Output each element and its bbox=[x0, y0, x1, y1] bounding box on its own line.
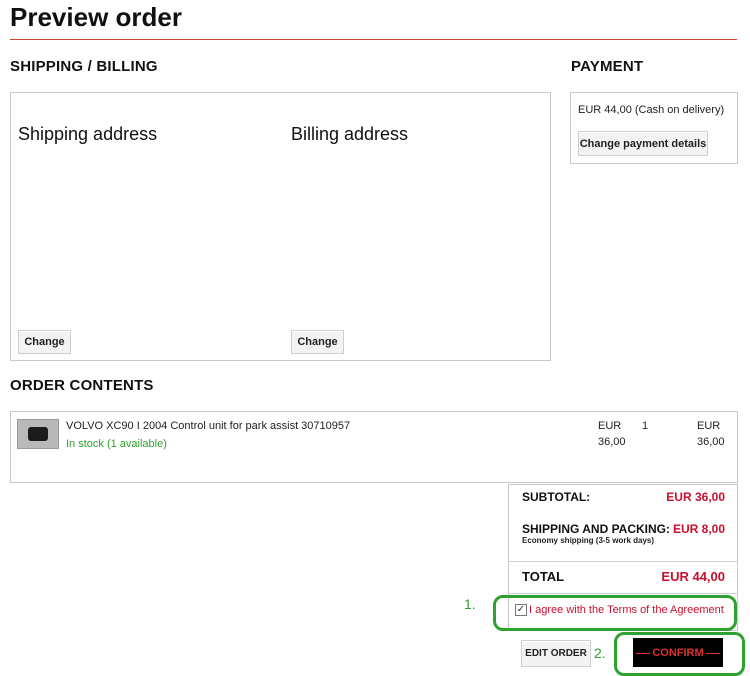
total-value: EUR 44,00 bbox=[661, 569, 725, 584]
control-unit-image bbox=[28, 427, 48, 441]
title-divider bbox=[10, 39, 737, 40]
page-title: Preview order bbox=[10, 2, 182, 32]
edit-order-button[interactable]: EDIT ORDER bbox=[521, 640, 591, 667]
subtotal-value: EUR 36,00 bbox=[666, 490, 725, 504]
shipping-value: EUR 8,00 bbox=[672, 522, 725, 536]
unit-price-amount: 36,00 bbox=[598, 436, 626, 448]
stock-status: In stock (1 available) bbox=[66, 438, 167, 450]
shipping-billing-panel: Shipping address Billing address Change … bbox=[10, 92, 551, 361]
line-total-currency: EUR bbox=[697, 420, 721, 432]
change-shipping-button[interactable]: Change bbox=[18, 330, 71, 354]
shipping-label: SHIPPING AND PACKING: bbox=[522, 522, 671, 536]
shipping-address-heading: Shipping address bbox=[18, 124, 158, 144]
order-contents-heading: ORDER CONTENTS bbox=[10, 377, 154, 394]
annotation-outline-agree bbox=[493, 595, 737, 631]
item-quantity: 1 bbox=[642, 420, 649, 432]
shipping-method-note: Economy shipping (3-5 work days) bbox=[522, 536, 655, 545]
product-name[interactable]: VOLVO XC90 I 2004 Control unit for park … bbox=[66, 420, 350, 432]
order-contents-panel: VOLVO XC90 I 2004 Control unit for park … bbox=[10, 411, 738, 483]
payment-info: EUR 44,00 (Cash on delivery) bbox=[578, 104, 725, 116]
total-label: TOTAL bbox=[522, 569, 565, 584]
summary-divider bbox=[509, 561, 737, 562]
payment-heading: PAYMENT bbox=[571, 58, 644, 75]
shipping-billing-heading: SHIPPING / BILLING bbox=[10, 58, 158, 75]
product-thumbnail[interactable] bbox=[17, 419, 59, 449]
unit-price-currency: EUR bbox=[598, 420, 622, 432]
billing-address-heading: Billing address bbox=[291, 124, 409, 144]
summary-divider-2 bbox=[509, 593, 737, 594]
annotation-step-2: 2. bbox=[594, 645, 606, 661]
line-total-amount: 36,00 bbox=[697, 436, 725, 448]
payment-panel: EUR 44,00 (Cash on delivery) Change paym… bbox=[570, 92, 738, 164]
annotation-outline-confirm bbox=[614, 632, 745, 676]
subtotal-label: SUBTOTAL: bbox=[522, 490, 591, 504]
change-payment-button[interactable]: Change payment details bbox=[578, 131, 708, 156]
change-billing-button[interactable]: Change bbox=[291, 330, 344, 354]
annotation-step-1: 1. bbox=[464, 596, 476, 612]
